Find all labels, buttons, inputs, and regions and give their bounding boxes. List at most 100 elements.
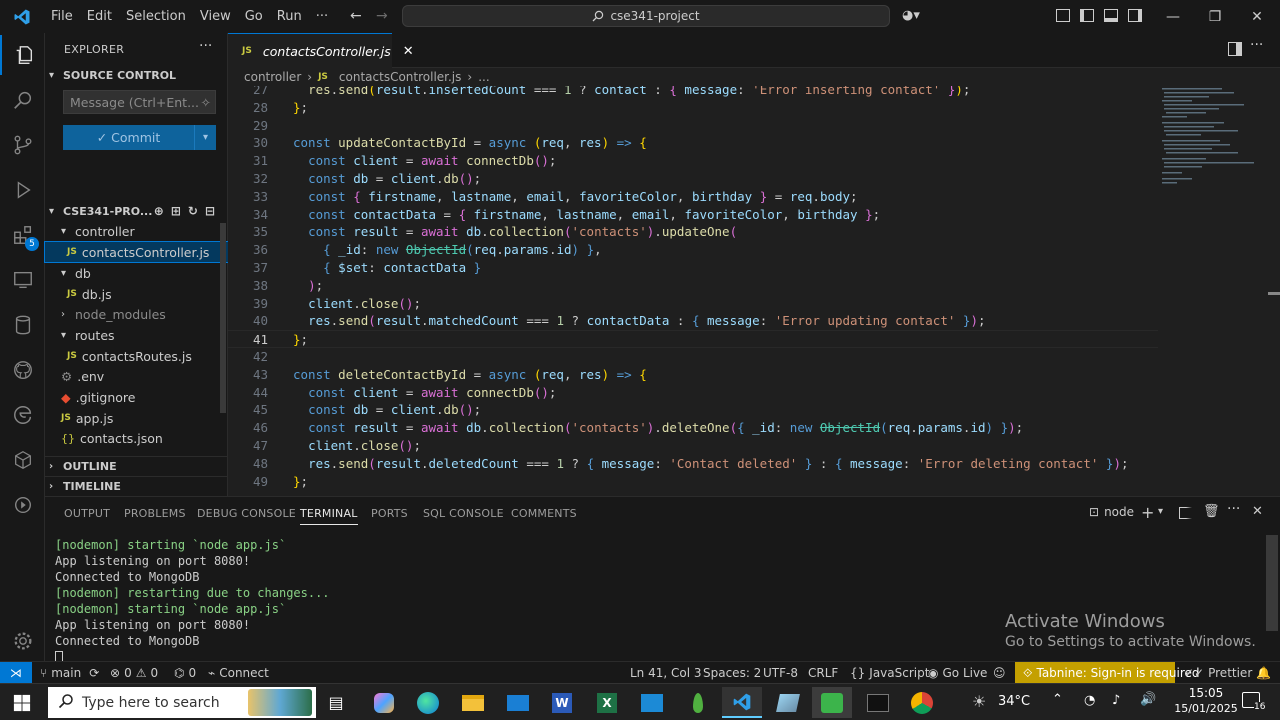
remote-indicator-icon[interactable]: ⋊ — [0, 662, 32, 684]
line-ending[interactable]: CRLF — [808, 662, 838, 684]
chrome-icon[interactable] — [902, 687, 942, 718]
code-editor[interactable]: 27 res.send(result.insertedCount === 1 ?… — [228, 86, 1280, 496]
timeline-history-icon[interactable] — [0, 485, 45, 525]
menu-selection[interactable]: Selection — [119, 0, 193, 33]
code-line[interactable]: 43 const deleteContactById = async (req, … — [228, 366, 1158, 384]
source-control-icon[interactable] — [0, 125, 45, 165]
menu-edit[interactable]: Edit — [80, 0, 119, 33]
minimap[interactable] — [1160, 86, 1270, 496]
tab-comments[interactable]: COMMENTS — [511, 507, 577, 520]
commit-message-input[interactable]: Message (Ctrl+Ent... ✧ — [63, 90, 216, 114]
toggle-secondary-sidebar-icon[interactable] — [1128, 9, 1142, 22]
tree-item-routes[interactable]: ▾ routes — [45, 325, 228, 345]
tab-terminal[interactable]: TERMINAL — [300, 507, 358, 525]
snipping-tool-icon[interactable] — [768, 687, 808, 718]
breadcrumb-symbol[interactable]: ... — [478, 70, 489, 84]
explorer-files-icon[interactable] — [0, 35, 45, 75]
code-line[interactable]: 45 const db = client.db(); — [228, 401, 1158, 419]
code-line[interactable]: 32 const db = client.db(); — [228, 170, 1158, 188]
task-view-icon[interactable]: ▤ — [316, 687, 356, 718]
outline-header[interactable]: › OUTLINE — [45, 456, 228, 476]
trash-icon[interactable]: 🗑 — [1203, 504, 1220, 519]
tab-problems[interactable]: PROBLEMS — [124, 507, 186, 520]
tree-item-controller[interactable]: ▾ controller — [45, 221, 228, 241]
tree-item-contacts-routes[interactable]: JS contactsRoutes.js — [45, 346, 228, 366]
breadcrumb-file[interactable]: contactsController.js — [339, 70, 461, 84]
editor-scrollbar[interactable] — [1268, 292, 1280, 295]
code-line[interactable]: 41}; — [228, 330, 1158, 349]
menu-file[interactable]: File — [44, 0, 80, 33]
menu-more[interactable]: ··· — [309, 0, 335, 33]
indentation[interactable]: Spaces: 2 — [703, 662, 761, 684]
code-line[interactable]: 47 client.close(); — [228, 437, 1158, 455]
github-icon[interactable] — [0, 350, 45, 390]
vscode-taskbar-icon[interactable] — [722, 687, 762, 718]
tree-item-db[interactable]: ▾ db — [45, 263, 228, 283]
breadcrumb-folder[interactable]: controller — [244, 70, 301, 84]
code-line[interactable]: 40 res.send(result.matchedCount === 1 ? … — [228, 312, 1158, 330]
windows-start-icon[interactable] — [2, 687, 42, 718]
menu-run[interactable]: Run — [270, 0, 309, 33]
tree-item-env[interactable]: ⚙ .env — [45, 366, 228, 386]
mail-icon[interactable] — [498, 687, 538, 718]
run-debug-icon[interactable] — [0, 170, 45, 210]
encoding[interactable]: UTF-8 — [763, 662, 798, 684]
code-line[interactable]: 34 const contactData = { firstname, last… — [228, 206, 1158, 224]
split-terminal-icon[interactable] — [1179, 507, 1192, 519]
more-actions-icon[interactable]: ··· — [1250, 37, 1263, 53]
branch-indicator[interactable]: ⑂ main ⟳ — [40, 662, 99, 684]
word-icon[interactable]: W — [542, 687, 582, 718]
explorer-toolbar-icons[interactable]: ⊕⊞↻⊟ — [154, 204, 222, 218]
source-control-header[interactable]: ▾ SOURCE CONTROL — [45, 65, 228, 85]
code-line[interactable]: 44 const client = await connectDb(); — [228, 384, 1158, 402]
cursor-position[interactable]: Ln 41, Col 3 — [630, 662, 702, 684]
database-icon[interactable] — [0, 305, 45, 345]
more-actions-icon[interactable]: ··· — [1227, 501, 1240, 517]
toggle-panel-icon[interactable] — [1104, 9, 1118, 22]
toggle-primary-sidebar-icon[interactable] — [1080, 9, 1094, 22]
copilot-icon[interactable]: ◕▾ — [902, 8, 920, 23]
taskbar-search-input[interactable]: Type here to search — [48, 687, 316, 718]
close-panel-icon[interactable]: ✕ — [1252, 504, 1263, 519]
commit-dropdown-chevron-icon[interactable]: ▾ — [194, 125, 216, 150]
clock-time[interactable]: 15:05 — [1176, 686, 1236, 700]
tab-sql-console[interactable]: SQL CONSOLE — [423, 507, 504, 520]
tree-item-node-modules[interactable]: › node_modules — [45, 304, 228, 324]
volume-icon[interactable]: 🔊 — [1140, 692, 1156, 707]
weather-temp[interactable]: 34°C — [998, 694, 1030, 709]
new-terminal-plus-icon[interactable]: + — [1141, 503, 1154, 522]
store-icon[interactable] — [632, 687, 672, 718]
timeline-header[interactable]: › TIMELINE — [45, 476, 228, 496]
docker-cube-icon[interactable] — [0, 440, 45, 480]
language-mode[interactable]: {} JavaScript — [850, 662, 929, 684]
tab-ports[interactable]: PORTS — [371, 507, 408, 520]
tab-debug-console[interactable]: DEBUG CONSOLE — [197, 507, 296, 520]
code-line[interactable]: 46 const result = await db.collection('c… — [228, 419, 1158, 437]
edge-devtools-icon[interactable] — [0, 395, 45, 435]
back-arrow-icon[interactable]: ← — [350, 8, 362, 24]
downloader-app-icon[interactable] — [812, 687, 852, 718]
code-line[interactable]: 42 — [228, 348, 1158, 366]
more-actions-icon[interactable]: ··· — [199, 38, 212, 54]
chevron-down-icon[interactable]: ▾ — [1158, 506, 1163, 517]
code-line[interactable]: 37 { $set: contactData } — [228, 259, 1158, 277]
code-line[interactable]: 29 — [228, 117, 1158, 135]
tabnine-status[interactable]: ⟐ Tabnine: Sign-in is required — [1015, 662, 1200, 684]
prettier-status[interactable]: ✓✓ Prettier — [1184, 662, 1252, 684]
tree-item-contacts-json[interactable]: {} contacts.json — [45, 428, 228, 448]
code-line[interactable]: 27 res.send(result.insertedCount === 1 ?… — [228, 86, 1158, 99]
forward-arrow-icon[interactable]: → — [376, 8, 388, 24]
clock-date[interactable]: 15/01/2025 — [1168, 702, 1244, 715]
command-center-search[interactable]: cse341-project — [402, 5, 890, 27]
tab-output[interactable]: OUTPUT — [64, 507, 110, 520]
close-window-icon[interactable]: ✕ — [1234, 0, 1280, 33]
tree-item-db-js[interactable]: JS db.js — [45, 284, 228, 304]
extensions-icon[interactable]: 5 — [0, 215, 45, 255]
code-line[interactable]: 36 { _id: new ObjectId(req.params.id) }, — [228, 241, 1158, 259]
menu-go[interactable]: Go — [238, 0, 270, 33]
ports-indicator[interactable]: ⌬ 0 — [174, 662, 196, 684]
notifications-bell-icon[interactable]: 🔔 — [1256, 662, 1271, 684]
remote-explorer-icon[interactable] — [0, 260, 45, 300]
terminal-app-icon[interactable] — [858, 687, 898, 718]
problems-indicator[interactable]: ⊗ 0 ⚠ 0 — [110, 662, 158, 684]
